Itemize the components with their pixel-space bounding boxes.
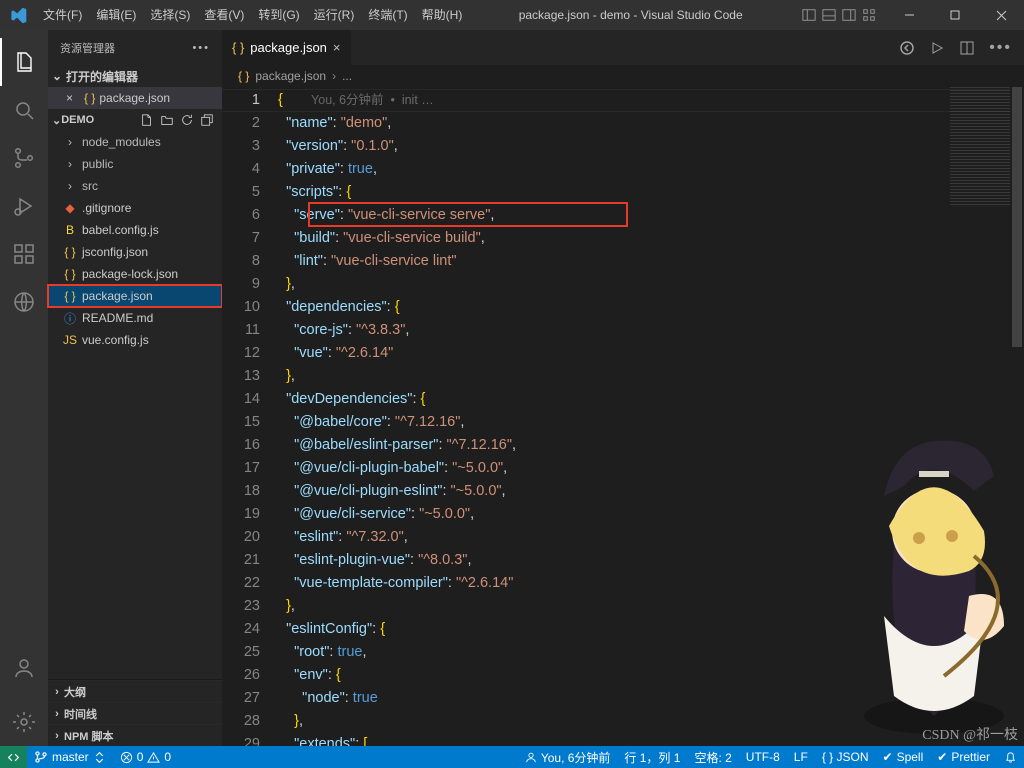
minimize-button[interactable] [886,0,932,30]
menu-item[interactable]: 运行(R) [307,0,362,30]
window-title: package.json - demo - Visual Studio Code [469,8,792,22]
file-item[interactable]: { }jsconfig.json [48,241,222,263]
minimap[interactable] [950,87,1010,207]
remote-indicator[interactable] [0,746,27,768]
editor-area: { } package.json × ••• { } package.json … [222,30,1024,746]
file-item[interactable]: ◆.gitignore [48,197,222,219]
breadcrumb[interactable]: { } package.json ... [222,65,1024,87]
file-item[interactable]: { }package.json [48,285,222,307]
run-icon[interactable] [929,40,945,56]
maximize-button[interactable] [932,0,978,30]
json-file-icon: { } [84,91,95,105]
sidebar-title: 资源管理器 [60,40,115,56]
menu-item[interactable]: 文件(F) [36,0,89,30]
extensions-icon[interactable] [0,230,48,278]
status-branch[interactable]: master [27,746,113,768]
chevron-right-icon: › [62,179,78,193]
status-spaces[interactable]: 空格: 2 [687,746,738,768]
chevron-down-icon: ⌄ [52,69,66,83]
file-icon: B [62,223,78,237]
status-language[interactable]: { } JSON [815,746,876,768]
new-file-icon[interactable] [140,113,154,127]
status-notifications-icon[interactable] [997,746,1024,768]
status-blame[interactable]: You, 6分钟前 [518,746,618,768]
folder-section[interactable]: ⌄ DEMO [48,109,222,131]
chevron-right-icon [332,69,336,83]
new-folder-icon[interactable] [160,113,174,127]
chevron-down-icon: ⌄ [52,114,61,127]
menu-item[interactable]: 帮助(H) [415,0,470,30]
status-eol[interactable]: LF [787,746,815,768]
line-number-gutter: 1234567891011121314151617181920212223242… [222,87,278,746]
vscode-logo-icon [0,7,36,24]
code-content[interactable]: { You, 6分钟前 • init … "name": "demo", "ve… [278,87,1024,746]
settings-gear-icon[interactable] [0,698,48,746]
menu-item[interactable]: 查看(V) [197,0,251,30]
collapsed-section[interactable]: ›时间线 [48,702,222,724]
chevron-right-icon: › [62,157,78,171]
json-file-icon: { } [232,40,244,55]
status-prettier[interactable]: ✔ Prettier [930,746,997,768]
search-icon[interactable] [0,86,48,134]
close-icon[interactable]: × [66,91,80,105]
activity-bar [0,30,48,746]
collapsed-section[interactable]: ›大纲 [48,680,222,702]
go-back-icon[interactable] [899,40,915,56]
title-bar: 文件(F)编辑(E)选择(S)查看(V)转到(G)运行(R)终端(T)帮助(H)… [0,0,1024,30]
json-file-icon: { } [238,69,249,83]
open-editors-section[interactable]: ⌄ 打开的编辑器 [48,65,222,87]
menu-bar: 文件(F)编辑(E)选择(S)查看(V)转到(G)运行(R)终端(T)帮助(H) [36,0,469,30]
folder-item[interactable]: ›node_modules [48,131,222,153]
chevron-right-icon: › [62,135,78,149]
code-editor[interactable]: 1234567891011121314151617181920212223242… [222,87,1024,746]
file-item[interactable]: { }package-lock.json [48,263,222,285]
accounts-icon[interactable] [0,644,48,692]
vertical-scrollbar[interactable] [1010,87,1024,746]
editor-tabs: { } package.json × ••• [222,30,1024,65]
collapsed-section[interactable]: ›NPM 脚本 [48,724,222,746]
tab-package-json[interactable]: { } package.json × [222,30,352,65]
explorer-icon[interactable] [0,38,48,86]
more-actions-icon[interactable]: ••• [989,39,1012,57]
file-item[interactable]: Bbabel.config.js [48,219,222,241]
sidebar-more-icon[interactable]: ••• [192,42,210,54]
menu-item[interactable]: 选择(S) [143,0,197,30]
status-bar: master 0 0 You, 6分钟前 行 1，列 1 空格: 2 UTF-8… [0,746,1024,768]
source-control-icon[interactable] [0,134,48,182]
file-icon: ◆ [62,201,78,215]
file-icon: { } [62,289,78,303]
file-item[interactable]: ⓘREADME.md [48,307,222,329]
file-tree: ›node_modules›public›src◆.gitignoreBbabe… [48,131,222,351]
run-debug-icon[interactable] [0,182,48,230]
status-spell[interactable]: ✔ Spell [876,746,931,768]
open-editor-item[interactable]: × { } package.json [48,87,222,109]
file-icon: { } [62,245,78,259]
folder-item[interactable]: ›public [48,153,222,175]
menu-item[interactable]: 编辑(E) [89,0,143,30]
split-editor-icon[interactable] [959,40,975,56]
remote-icon[interactable] [0,278,48,326]
file-item[interactable]: JSvue.config.js [48,329,222,351]
status-cursor[interactable]: 行 1，列 1 [617,746,687,768]
refresh-icon[interactable] [180,113,194,127]
menu-item[interactable]: 转到(G) [251,0,306,30]
collapse-all-icon[interactable] [200,113,214,127]
file-icon: JS [62,333,78,347]
status-encoding[interactable]: UTF-8 [739,746,787,768]
file-icon: { } [62,267,78,281]
folder-item[interactable]: ›src [48,175,222,197]
explorer-sidebar: 资源管理器 ••• ⌄ 打开的编辑器 × { } package.json ⌄ … [48,30,222,746]
status-problems[interactable]: 0 0 [113,746,178,768]
editor-layout-controls[interactable] [792,8,886,22]
close-tab-icon[interactable]: × [333,40,341,55]
menu-item[interactable]: 终端(T) [361,0,414,30]
close-button[interactable] [978,0,1024,30]
file-icon: ⓘ [62,310,78,327]
